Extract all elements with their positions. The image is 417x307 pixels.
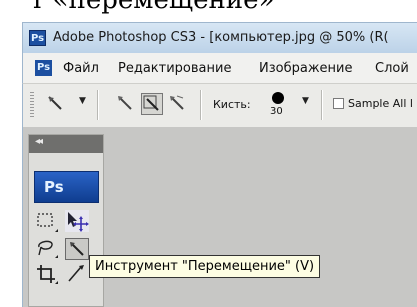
menu-image[interactable]: Изображение bbox=[259, 61, 352, 76]
smudge-tool-preset-icon[interactable] bbox=[45, 93, 67, 115]
toolbox-header[interactable]: ◂◂ bbox=[29, 135, 103, 153]
window-title: Adobe Photoshop CS3 - [компьютер.jpg @ 5… bbox=[53, 30, 389, 45]
marquee-tool-icon[interactable] bbox=[35, 211, 59, 233]
toolbox-panel: ◂◂ Ps bbox=[28, 134, 104, 307]
menu-layer[interactable]: Слой bbox=[375, 61, 409, 76]
tool-tooltip: Инструмент "Перемещение" (V) bbox=[89, 255, 321, 278]
smudge-tool-icon[interactable] bbox=[65, 238, 89, 260]
lasso-tool-icon[interactable] bbox=[35, 237, 59, 259]
menu-edit[interactable]: Редактирование bbox=[118, 61, 231, 76]
page-caption: т «перемещение» bbox=[30, 0, 275, 15]
photoshop-icon: Ps bbox=[29, 30, 46, 46]
smudge-mode-finger-icon[interactable] bbox=[167, 93, 189, 115]
slice-tool-icon[interactable] bbox=[65, 263, 89, 285]
sample-all-layers-checkbox[interactable] bbox=[333, 98, 344, 109]
brush-dropdown-icon[interactable]: ▼ bbox=[302, 96, 309, 106]
window-titlebar[interactable]: Ps Adobe Photoshop CS3 - [компьютер.jpg … bbox=[22, 22, 417, 53]
smudge-mode-selected-icon[interactable] bbox=[141, 93, 163, 115]
brush-preview-icon[interactable] bbox=[272, 92, 284, 104]
photoshop-logo[interactable]: Ps bbox=[34, 171, 99, 203]
menu-file[interactable]: Файл bbox=[63, 61, 99, 76]
crop-tool-icon[interactable] bbox=[35, 263, 59, 285]
menu-bar: Ps Файл Редактирование Изображение Слой bbox=[22, 53, 417, 83]
document-icon[interactable]: Ps bbox=[35, 60, 52, 76]
tool-preset-dropdown-icon[interactable]: ▼ bbox=[79, 96, 86, 106]
options-bar: ▼ Кисть: 30 ▼ Sample All l bbox=[22, 83, 417, 127]
options-grip-icon[interactable] bbox=[30, 92, 34, 118]
options-separator bbox=[200, 90, 201, 120]
smudge-mode-normal-icon[interactable] bbox=[115, 93, 137, 115]
sample-all-layers-label: Sample All l bbox=[348, 97, 413, 110]
collapse-icon[interactable]: ◂◂ bbox=[35, 136, 43, 147]
options-separator bbox=[321, 90, 322, 120]
brush-size-value: 30 bbox=[270, 106, 283, 117]
move-tool-icon[interactable] bbox=[65, 210, 89, 232]
options-separator bbox=[97, 90, 98, 120]
brush-label: Кисть: bbox=[213, 98, 251, 111]
